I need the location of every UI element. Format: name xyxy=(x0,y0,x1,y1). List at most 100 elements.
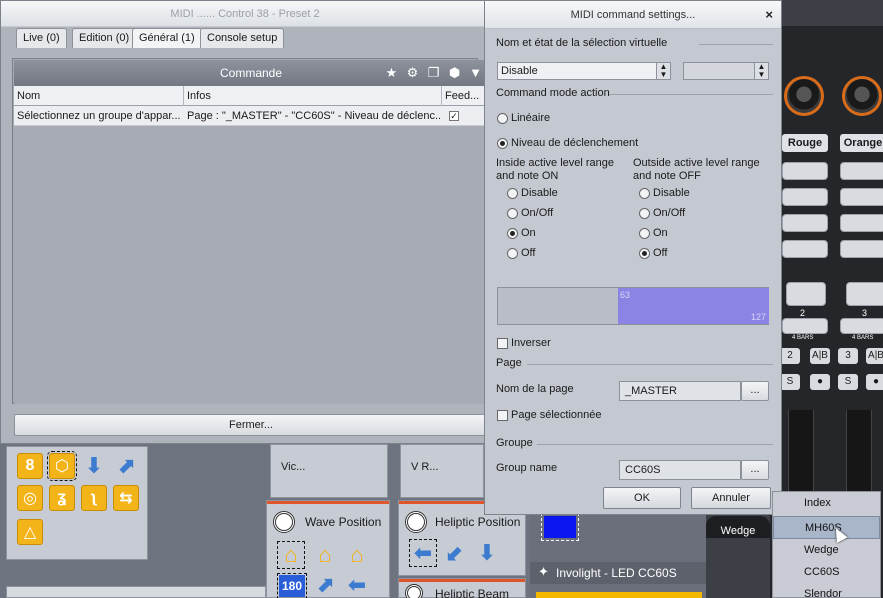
filter-icon[interactable]: ▼ xyxy=(467,64,484,81)
rotary-knob[interactable] xyxy=(784,76,824,116)
tab-live[interactable]: Live (0) xyxy=(16,28,67,48)
target-icon xyxy=(273,511,295,533)
ab-key[interactable]: A|B xyxy=(810,348,830,364)
scrollbar-bottom[interactable] xyxy=(6,586,266,598)
inverser-checkbox[interactable]: Inverser xyxy=(497,337,551,349)
icon-tile-triangle[interactable]: △ xyxy=(17,519,43,545)
dropdown-item-mh60s[interactable]: MH60S xyxy=(773,516,880,539)
bars-label: 4 BARS xyxy=(852,335,874,341)
column-nom[interactable]: Nom xyxy=(14,86,184,106)
icon-tile-8[interactable]: 8 xyxy=(17,453,43,479)
record-key[interactable]: ● xyxy=(810,374,830,390)
section-command-mode: Command mode action xyxy=(496,87,610,99)
inside-radio-onoff[interactable]: On/Off xyxy=(507,207,553,219)
pad-button[interactable] xyxy=(782,162,828,180)
outside-radio-onoff[interactable]: On/Off xyxy=(639,207,685,219)
inside-radio-on[interactable]: On xyxy=(507,227,536,239)
dialog-title: MIDI command settings... xyxy=(570,9,696,21)
virtual-selection-dropdown[interactable]: Disable ▲ ▼ xyxy=(497,62,671,80)
arrow-right-icon[interactable]: ⬈ xyxy=(313,572,337,597)
virtual-state-dropdown[interactable]: ▲ ▼ xyxy=(683,62,769,80)
group-name-field[interactable]: CC60S xyxy=(619,460,741,480)
color-swatch-blue[interactable] xyxy=(541,513,579,541)
radio-niveau[interactable]: Niveau de déclenchement xyxy=(497,137,638,149)
pad-button[interactable] xyxy=(840,188,883,206)
icon-tile-curve[interactable]: ʅ xyxy=(81,485,107,511)
hexagon-icon[interactable]: ⬢ xyxy=(446,64,463,81)
pad-button[interactable] xyxy=(846,282,883,306)
pad-button[interactable] xyxy=(786,282,826,306)
pad-button[interactable] xyxy=(840,162,883,180)
page-browse-button[interactable]: ... xyxy=(741,381,769,401)
copy-icon[interactable]: ❐ xyxy=(425,64,442,81)
page-selected-checkbox[interactable]: Page sélectionnée xyxy=(497,409,602,421)
icon-tile-hexagon[interactable]: ⬡ xyxy=(47,451,77,481)
pad-button[interactable] xyxy=(840,240,883,258)
inside-range-title: Inside active level range and note ON xyxy=(496,157,614,183)
pad-button[interactable] xyxy=(782,214,828,232)
pad-button[interactable] xyxy=(840,318,883,334)
outside-radio-off[interactable]: Off xyxy=(639,247,667,259)
pad-button[interactable] xyxy=(782,240,828,258)
num-3-key[interactable]: 3 xyxy=(838,348,858,364)
arrow-down-icon[interactable]: ⬇ xyxy=(81,453,107,479)
preset-panel-vr[interactable]: V R... xyxy=(400,444,484,498)
level-range-active[interactable] xyxy=(618,288,769,324)
radio-lineaire[interactable]: Linéaire xyxy=(497,112,550,124)
s-key[interactable]: S xyxy=(838,374,858,390)
inside-radio-off[interactable]: Off xyxy=(507,247,535,259)
ok-button[interactable]: OK xyxy=(603,487,681,509)
row-nom: Sélectionnez un groupe d'appar... xyxy=(17,110,181,122)
rotary-knob[interactable] xyxy=(842,76,882,116)
tab-edition[interactable]: Edition (0) xyxy=(72,28,137,48)
arrow-left-icon[interactable]: ⬅ xyxy=(345,572,369,597)
outside-radio-on[interactable]: On xyxy=(639,227,668,239)
column-infos[interactable]: Infos xyxy=(184,86,442,106)
level-range-slider[interactable]: 63 127 xyxy=(497,287,769,325)
dropdown-item-cc60s[interactable]: CC60S xyxy=(773,561,880,584)
badge-180[interactable]: 180 xyxy=(277,573,307,598)
home-icon[interactable]: ⌂ xyxy=(345,542,369,567)
close-icon[interactable]: × xyxy=(765,1,773,29)
record-key[interactable]: ● xyxy=(866,374,883,390)
heliptic-beam-panel: Heliptic Beam xyxy=(398,578,526,598)
arrow-down-icon[interactable]: ⬇ xyxy=(475,540,499,565)
rouge-button[interactable]: Rouge xyxy=(782,134,828,152)
icon-tile-ring[interactable]: ◎ xyxy=(17,485,43,511)
table-header: Nom Infos Feed... xyxy=(14,86,488,106)
icon-tile-swap[interactable]: ⇆ xyxy=(113,485,139,511)
preset-panel-vic[interactable]: Vic... xyxy=(270,444,388,498)
inside-radio-disable[interactable]: Disable xyxy=(507,187,558,199)
outside-radio-disable[interactable]: Disable xyxy=(639,187,690,199)
target-icon xyxy=(405,584,423,598)
inside-off-label: Off xyxy=(521,247,536,259)
orange-button[interactable]: Orange xyxy=(840,134,883,152)
feedback-checkbox[interactable]: ✓ xyxy=(449,111,459,121)
fermer-button[interactable]: Fermer... xyxy=(14,414,488,436)
tab-general[interactable]: Général (1) xyxy=(132,28,202,48)
commande-table: Nom Infos Feed... Sélectionnez un groupe… xyxy=(14,86,488,404)
arrow-diagonal-icon[interactable]: ⬋ xyxy=(443,540,467,565)
page-name-field[interactable]: _MASTER xyxy=(619,381,741,401)
arrow-left-icon[interactable]: ⬅ xyxy=(409,539,437,567)
num-2-key[interactable]: 2 xyxy=(780,348,800,364)
pad-button[interactable] xyxy=(840,214,883,232)
table-row[interactable]: Sélectionnez un groupe d'appar... Page :… xyxy=(14,106,488,126)
home-icon[interactable]: ⌂ xyxy=(313,542,337,567)
cancel-button[interactable]: Annuler xyxy=(691,487,771,509)
group-browse-button[interactable]: ... xyxy=(741,460,769,480)
dropdown-item-index[interactable]: Index xyxy=(773,492,880,515)
column-feedback[interactable]: Feed... xyxy=(442,86,488,106)
pad-button[interactable] xyxy=(782,188,828,206)
pad-button[interactable] xyxy=(782,318,828,334)
icon-tile-squiggle[interactable]: ʓ xyxy=(49,485,75,511)
dropdown-item-slendor[interactable]: Slendor xyxy=(773,583,880,598)
home-icon[interactable]: ⌂ xyxy=(277,541,305,569)
tab-console-setup[interactable]: Console setup xyxy=(200,28,285,48)
arrow-diagonal-icon[interactable]: ⬈ xyxy=(113,453,139,479)
ab-key[interactable]: A|B xyxy=(866,348,883,364)
gear-icon[interactable]: ⚙ xyxy=(404,64,421,81)
dropdown-item-wedge[interactable]: Wedge xyxy=(773,539,880,562)
star-icon[interactable]: ★ xyxy=(383,64,400,81)
s-key[interactable]: S xyxy=(780,374,800,390)
